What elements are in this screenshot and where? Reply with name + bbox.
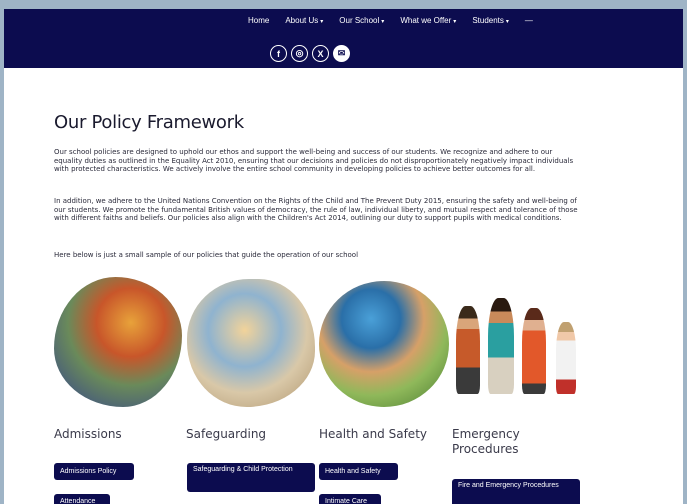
intimate-care-button[interactable]: Intimate Care [319,494,381,504]
nav-what-we-offer[interactable]: What we Offer ▾ [392,16,464,25]
facebook-icon[interactable]: f [270,45,287,62]
nav-students[interactable]: Students ▾ [464,16,517,25]
nav-more[interactable]: — [517,16,541,25]
chevron-down-icon: ▾ [505,19,509,25]
safeguarding-child-protection-button[interactable]: Safeguarding & Child Protection [187,463,315,492]
attendance-button[interactable]: Attendance [54,494,110,504]
nav-label: — [524,16,533,25]
instagram-icon[interactable]: ◎ [291,45,308,62]
nav-about-us[interactable]: About Us ▾ [277,16,331,25]
page-title: Our Policy Framework [54,112,244,133]
nav-label: Our School [339,16,380,25]
nav-label: About Us [285,16,319,25]
admissions-photo [54,277,182,407]
top-navbar: Home About Us ▾ Our School ▾ What we Offer… [4,9,683,68]
category-emergency: Emergency Procedures [452,427,520,456]
child-figure [488,298,514,394]
page-frame: Home About Us ▾ Our School ▾ What we Offer… [4,9,683,504]
nav-label: Students [472,16,504,25]
child-figure [522,308,546,394]
health-safety-photo [319,281,449,407]
safeguarding-photo [187,279,315,407]
intro-paragraph-2: In addition, we adhere to the United Nat… [54,197,578,223]
category-admissions: Admissions [54,427,122,441]
emergency-photo [452,294,582,394]
nav-our-school[interactable]: Our School ▾ [331,16,392,25]
admissions-policy-button[interactable]: Admissions Policy [54,463,134,480]
intro-paragraph-1: Our school policies are designed to upho… [54,148,574,174]
child-figure [456,306,480,394]
chevron-down-icon: ▾ [453,19,457,25]
health-safety-button[interactable]: Health and Safety [319,463,398,480]
intro-paragraph-3: Here below is just a small sample of our… [54,251,359,259]
x-icon[interactable]: X [312,45,329,62]
email-icon[interactable]: ✉ [333,45,350,62]
nav-home[interactable]: Home [240,16,277,25]
chevron-down-icon: ▾ [320,19,324,25]
nav-label: What we Offer [400,16,452,25]
category-health-safety: Health and Safety [319,427,427,441]
social-links: f ◎ X ✉ [270,45,350,62]
nav-menu: Home About Us ▾ Our School ▾ What we Offer… [240,16,541,25]
child-figure [556,322,576,394]
fire-emergency-button[interactable]: Fire and Emergency Procedures [452,479,580,504]
nav-label: Home [248,16,270,25]
category-safeguarding: Safeguarding [186,427,267,441]
chevron-down-icon: ▾ [381,19,385,25]
